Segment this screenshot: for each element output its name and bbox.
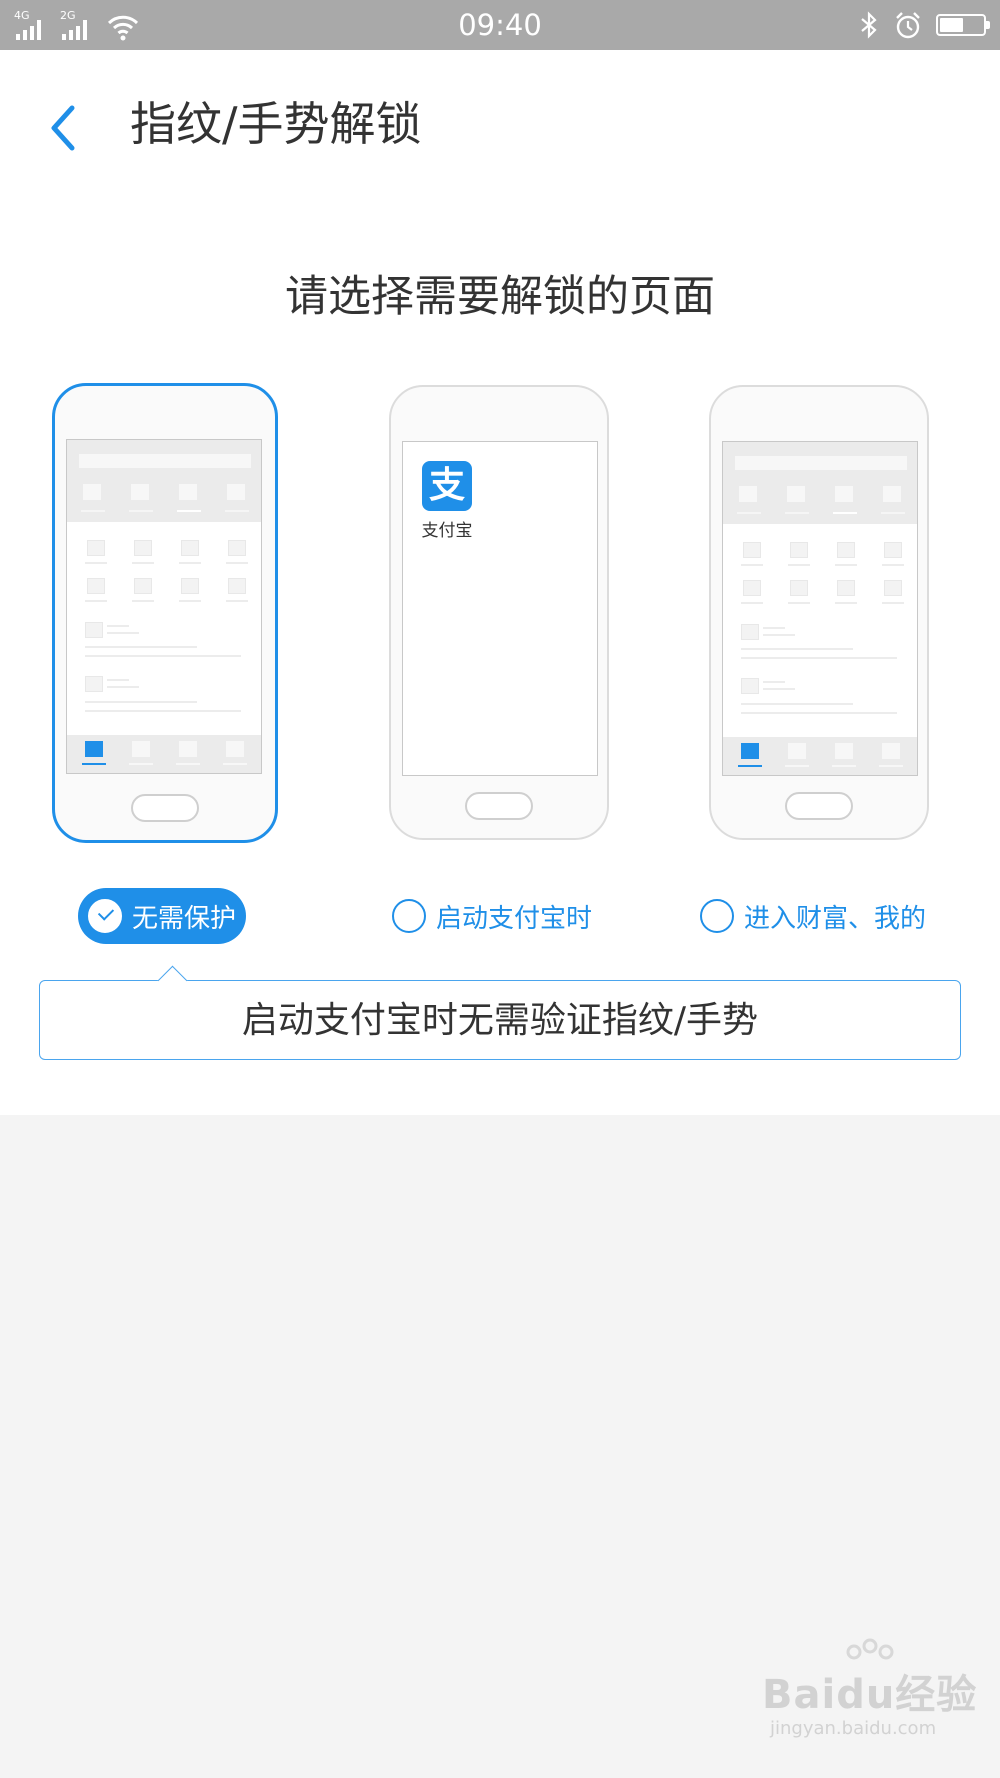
phone-home-button [785, 792, 853, 820]
option-no-protection[interactable]: 无需保护 [78, 888, 247, 944]
radio-unchecked-icon [392, 899, 426, 933]
phone-screen-home [66, 439, 262, 774]
phone-preview-wealth-my[interactable] [709, 385, 929, 840]
callout-pointer [157, 965, 188, 996]
option-label: 无需保护 [132, 903, 237, 934]
phone-screen-home [722, 441, 918, 776]
phone-home-button [465, 792, 533, 820]
screen-header-mock [67, 440, 261, 522]
status-bar: 4G 2G 09:40 [0, 0, 1000, 50]
baidu-watermark-logo: Baidu经验 jingyan.baidu.com [752, 1638, 976, 1748]
page-title: 指纹/手势解锁 [130, 97, 422, 151]
alipay-app-label: 支付宝 [421, 521, 473, 541]
radio-checked-icon [88, 899, 122, 933]
description-text: 启动支付宝时无需验证指纹/手势 [241, 1000, 759, 1041]
screen-header-mock [723, 442, 917, 524]
screen-tabbar-mock [723, 737, 917, 775]
phone-screen-launcher: 支 支付宝 [402, 441, 598, 776]
chevron-left-icon [51, 105, 75, 151]
phone-preview-on-launch[interactable]: 支 支付宝 [389, 385, 609, 840]
alipay-logo-icon: 支 [422, 461, 472, 511]
alarm-icon [896, 12, 920, 39]
status-right [858, 8, 990, 42]
bluetooth-icon [861, 11, 877, 39]
watermark-url: jingyan.baidu.com [770, 1718, 937, 1739]
back-button[interactable] [42, 90, 92, 160]
prompt-heading: 请选择需要解锁的页面 [285, 272, 715, 322]
battery-icon [936, 14, 990, 36]
option-label: 启动支付宝时 [436, 903, 593, 934]
description-callout: 启动支付宝时无需验证指纹/手势 [39, 965, 961, 1060]
phone-preview-no-protection[interactable] [52, 383, 278, 843]
status-time: 09:40 [458, 8, 542, 42]
option-label: 进入财富、我的 [744, 903, 927, 934]
screen-tabbar-mock [67, 735, 261, 773]
radio-unchecked-icon [700, 899, 734, 933]
main-panel: 指纹/手势解锁 请选择需要解锁的页面 支 支付宝 无需保护 启动支付宝时 进入财… [0, 50, 1000, 1115]
option-wealth-my[interactable]: 进入财富、我的 [700, 888, 926, 944]
option-on-launch[interactable]: 启动支付宝时 [392, 888, 592, 944]
phone-home-button [131, 794, 199, 822]
watermark-brand: Baidu经验 [762, 1672, 978, 1718]
battery-level [940, 18, 963, 32]
